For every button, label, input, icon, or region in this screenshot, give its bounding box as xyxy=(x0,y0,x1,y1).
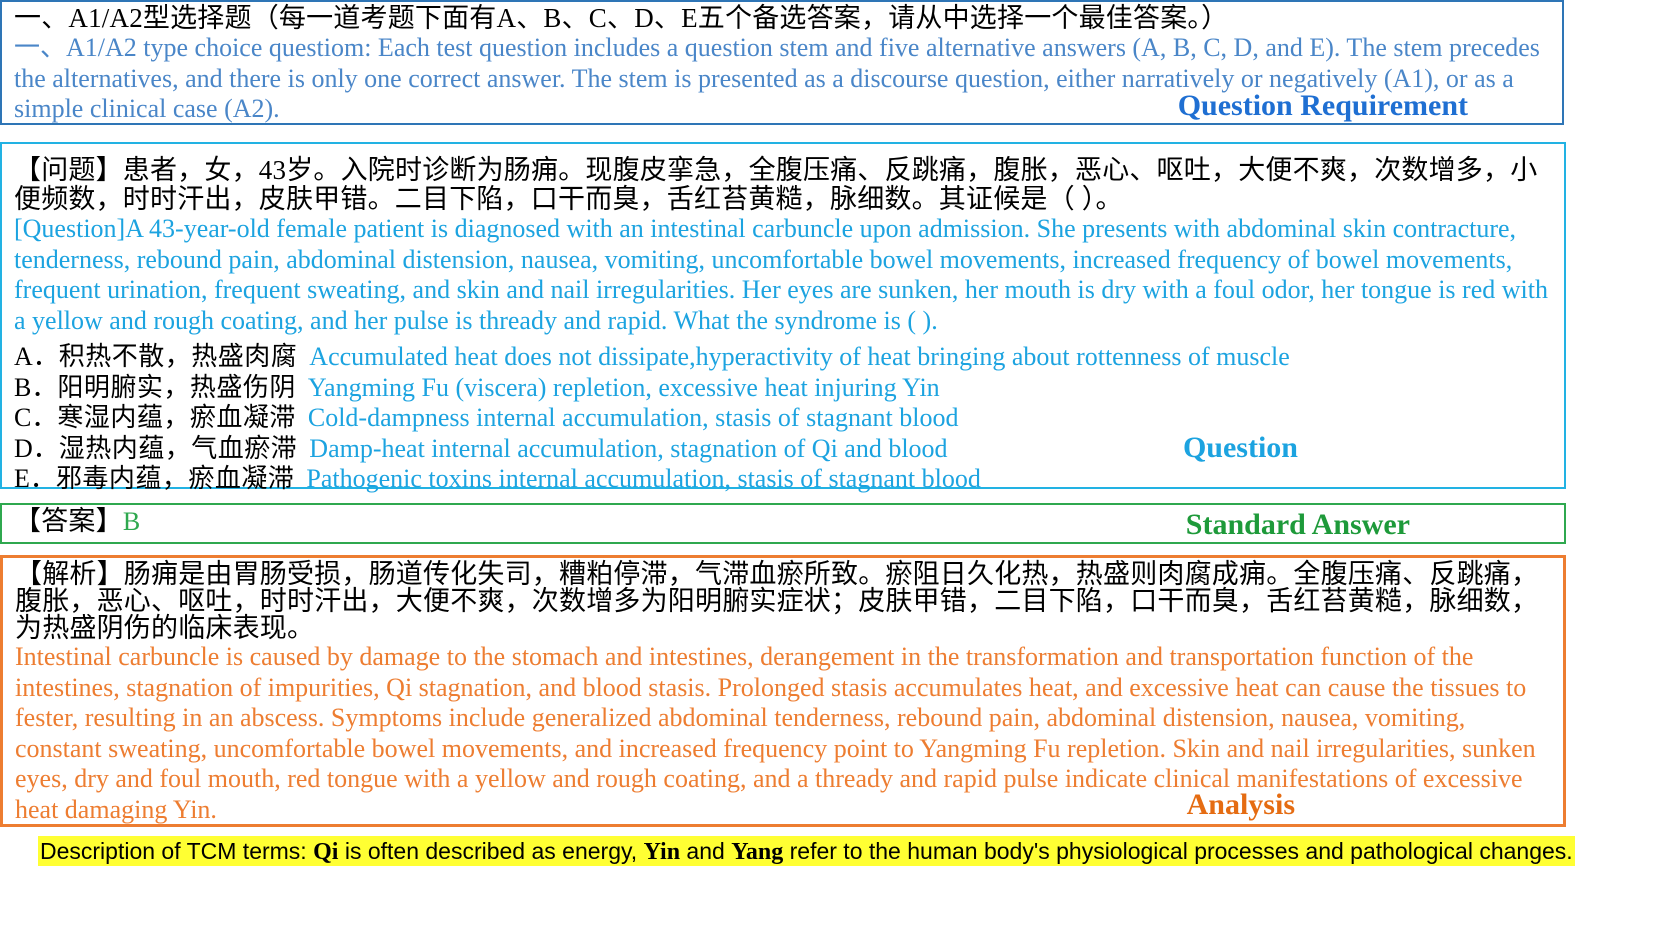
note-text: and xyxy=(680,838,732,864)
option-text-zh: 阳明腑实，热盛伤阴 xyxy=(57,372,296,402)
note-text: Description of TCM terms: xyxy=(40,838,314,864)
answer-prefix: 【答案】 xyxy=(14,506,123,536)
option-text-en: Cold-dampness internal accumulation, sta… xyxy=(307,403,959,432)
requirement-label: Question Requirement xyxy=(1177,89,1468,122)
option-text-en: Accumulated heat does not dissipate,hype… xyxy=(309,342,1290,371)
standard-answer-panel: 【答案】B Standard Answer xyxy=(0,503,1566,544)
options-list: A．积热不散，热盛肉腐 Accumulated heat does not dis… xyxy=(14,342,1552,495)
tcm-terms-note: Description of TCM terms: Qi is often de… xyxy=(38,836,1575,866)
term-yang: Yang xyxy=(731,839,784,865)
question-text-zh: 【问题】患者，女，43岁。入院时诊断为肠痈。现腹皮挛急，全腹压痛、反跳痛，腹胀，… xyxy=(14,155,1538,214)
requirement-text-zh: 一、A1/A2型选择题（每一道考题下面有A、B、C、D、E五个备选答案，请从中选… xyxy=(14,3,1229,33)
note-text: is often described as energy, xyxy=(338,838,644,864)
question-text-en: [Question]A 43-year-old female patient i… xyxy=(14,214,1548,335)
question-panel: 【问题】患者，女，43岁。入院时诊断为肠痈。现腹皮挛急，全腹压痛、反跳痛，腹胀，… xyxy=(0,142,1566,493)
option-text-zh: 积热不散，热盛肉腐 xyxy=(58,342,298,371)
question-requirement-panel: 一、A1/A2型选择题（每一道考题下面有A、B、C、D、E五个备选答案，请从中选… xyxy=(0,0,1564,125)
option-d: D．湿热内蕴，气血瘀滞 Damp-heat internal accumulati… xyxy=(14,434,1552,465)
analysis-text-zh: 【解析】肠痈是由胃肠受损，肠道传化失司，糟粕停滞，气滞血瘀所致。瘀阻日久化热，热… xyxy=(15,559,1539,643)
option-text-en: Yangming Fu (viscera) repletion, excessi… xyxy=(307,372,940,402)
term-qi: Qi xyxy=(313,839,339,865)
option-key: D． xyxy=(14,433,59,463)
option-key: B． xyxy=(14,372,58,402)
option-e: E．邪毒内蕴，瘀血凝滞 Pathogenic toxins internal ac… xyxy=(14,464,1552,495)
analysis-text-en: Intestinal carbuncle is caused by damage… xyxy=(15,642,1536,824)
term-yin: Yin xyxy=(643,839,681,865)
option-key: E． xyxy=(14,464,56,493)
option-text-zh: 邪毒内蕴，瘀血凝滞 xyxy=(55,464,295,493)
note-text: refer to the human body's physiological … xyxy=(783,838,1573,864)
option-b: B．阳明腑实，热盛伤阴 Yangming Fu (viscera) repleti… xyxy=(14,373,1552,404)
option-text-en: Damp-heat internal accumulation, stagnat… xyxy=(309,433,948,463)
question-label: Question xyxy=(1182,431,1298,464)
option-text-en: Pathogenic toxins internal accumulation,… xyxy=(306,464,981,493)
option-key: A． xyxy=(14,342,59,371)
answer-value: B xyxy=(122,507,141,536)
option-c: C．寒湿内蕴，瘀血凝滞 Cold-dampness internal accumu… xyxy=(14,403,1552,434)
option-key: C． xyxy=(14,403,58,432)
analysis-panel: 【解析】肠痈是由胃肠受损，肠道传化失司，糟粕停滞，气滞血瘀所致。瘀阻日久化热，热… xyxy=(0,555,1566,827)
analysis-label: Analysis xyxy=(1186,788,1295,821)
option-a: A．积热不散，热盛肉腐 Accumulated heat does not dis… xyxy=(14,342,1552,373)
answer-label: Standard Answer xyxy=(1185,508,1410,541)
option-text-zh: 寒湿内蕴，瘀血凝滞 xyxy=(57,403,296,432)
option-text-zh: 湿热内蕴，气血瘀滞 xyxy=(58,433,298,463)
